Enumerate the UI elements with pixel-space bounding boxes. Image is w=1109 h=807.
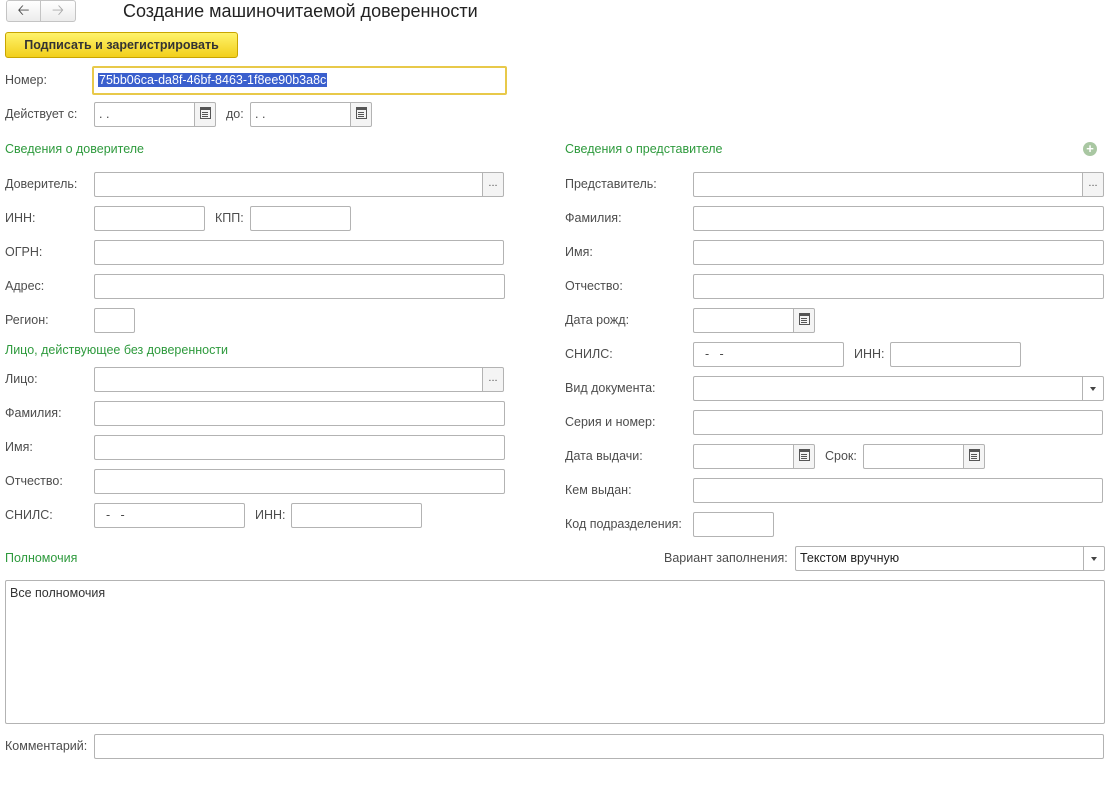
rep-issued-by-input[interactable]	[693, 478, 1103, 503]
plus-circle-icon[interactable]: +	[1083, 142, 1097, 156]
chevron-down-icon	[1091, 557, 1097, 561]
rep-dept-code-label: Код подразделения:	[565, 517, 682, 531]
fill-variant-dropdown-button[interactable]	[1083, 547, 1104, 570]
principal-kpp-input[interactable]	[250, 206, 351, 231]
back-button[interactable]: 🡠	[6, 0, 41, 22]
rep-issue-date-label: Дата выдачи:	[565, 449, 643, 463]
fill-variant-label: Вариант заполнения:	[664, 551, 788, 565]
rep-series-label: Серия и номер:	[565, 415, 656, 429]
calendar-button[interactable]	[350, 103, 371, 126]
rep-surname-input[interactable]	[693, 206, 1104, 231]
acting-snils-label: СНИЛС:	[5, 508, 53, 522]
acting-surname-label: Фамилия:	[5, 406, 62, 420]
principal-address-input[interactable]	[94, 274, 505, 299]
rep-snils-input[interactable]: - -	[693, 342, 844, 367]
arrow-right-icon: 🡢	[51, 2, 65, 19]
rep-birth-input[interactable]: . .	[693, 308, 815, 333]
valid-from-value: . .	[99, 107, 110, 121]
calendar-button[interactable]	[963, 445, 984, 468]
calendar-icon	[799, 449, 810, 461]
fill-variant-select[interactable]: Текстом вручную	[795, 546, 1105, 571]
calendar-button[interactable]	[194, 103, 215, 126]
powers-textarea[interactable]: Все полномочия	[5, 580, 1105, 724]
rep-issue-date-input[interactable]: . .	[693, 444, 815, 469]
rep-doc-type-label: Вид документа:	[565, 381, 656, 395]
fill-variant-value: Текстом вручную	[800, 551, 900, 565]
acting-person-input[interactable]: ...	[94, 367, 504, 392]
rep-name-label: Имя:	[565, 245, 593, 259]
rep-term-input[interactable]: . .	[863, 444, 985, 469]
page-title: Создание машиночитаемой доверенности	[123, 1, 478, 21]
representative-input[interactable]: ...	[693, 172, 1104, 197]
principal-ogrn-label: ОГРН:	[5, 245, 43, 259]
rep-birth-label: Дата рожд:	[565, 313, 630, 327]
valid-to-value: . .	[255, 107, 266, 121]
rep-patronymic-label: Отчество:	[565, 279, 623, 293]
select-representative-button[interactable]: ...	[1082, 173, 1103, 196]
rep-dept-code-input[interactable]	[693, 512, 774, 537]
representative-section-title: Сведения о представителе	[565, 142, 723, 156]
acting-patronymic-label: Отчество:	[5, 474, 63, 488]
principal-section-title: Сведения о доверителе	[5, 142, 145, 156]
representative-label: Представитель:	[565, 177, 657, 191]
acting-inn-input[interactable]	[291, 503, 422, 528]
rep-patronymic-input[interactable]	[693, 274, 1104, 299]
number-label: Номер:	[5, 73, 47, 87]
calendar-button[interactable]	[793, 309, 814, 332]
rep-doc-type-select[interactable]	[693, 376, 1104, 401]
principal-address-label: Адрес:	[5, 279, 45, 293]
principal-label: Доверитель:	[5, 177, 78, 191]
rep-snils-label: СНИЛС:	[565, 347, 613, 361]
comment-label: Комментарий:	[5, 739, 88, 753]
chevron-down-icon	[1090, 387, 1096, 391]
principal-input[interactable]: ...	[94, 172, 504, 197]
acting-surname-input[interactable]	[94, 401, 505, 426]
acting-inn-label: ИНН:	[255, 508, 286, 522]
rep-inn-input[interactable]	[890, 342, 1021, 367]
sign-register-button[interactable]: Подписать и зарегистрировать	[5, 32, 238, 58]
number-value: 75bb06ca-da8f-46bf-8463-1f8ee90b3a8c	[98, 73, 328, 87]
calendar-icon	[200, 107, 211, 119]
principal-inn-input[interactable]	[94, 206, 205, 231]
acting-name-input[interactable]	[94, 435, 505, 460]
select-principal-button[interactable]: ...	[482, 173, 503, 196]
rep-surname-label: Фамилия:	[565, 211, 622, 225]
principal-region-input[interactable]	[94, 308, 135, 333]
arrow-left-icon: 🡠	[17, 2, 30, 19]
acting-person-label: Лицо:	[5, 372, 38, 386]
calendar-icon	[356, 107, 367, 119]
doc-type-dropdown-button[interactable]	[1082, 377, 1103, 400]
principal-ogrn-input[interactable]	[94, 240, 504, 265]
rep-series-input[interactable]	[693, 410, 1103, 435]
calendar-button[interactable]	[793, 445, 814, 468]
acting-snils-input[interactable]: - -	[94, 503, 245, 528]
valid-to-label: до:	[226, 107, 244, 121]
principal-kpp-label: КПП:	[215, 211, 244, 225]
valid-from-input[interactable]: . .	[94, 102, 216, 127]
acting-name-label: Имя:	[5, 440, 33, 454]
principal-inn-label: ИНН:	[5, 211, 36, 225]
powers-section-title: Полномочия	[5, 551, 78, 565]
valid-from-label: Действует с:	[5, 107, 78, 121]
rep-term-label: Срок:	[825, 449, 857, 463]
principal-region-label: Регион:	[5, 313, 49, 327]
select-person-button[interactable]: ...	[482, 368, 503, 391]
valid-to-input[interactable]: . .	[250, 102, 372, 127]
number-input[interactable]: 75bb06ca-da8f-46bf-8463-1f8ee90b3a8c	[92, 66, 507, 95]
comment-input[interactable]	[94, 734, 1104, 759]
forward-button[interactable]: 🡢	[41, 0, 76, 22]
calendar-icon	[969, 449, 980, 461]
acting-patronymic-input[interactable]	[94, 469, 505, 494]
rep-issued-by-label: Кем выдан:	[565, 483, 632, 497]
rep-name-input[interactable]	[693, 240, 1104, 265]
rep-inn-label: ИНН:	[854, 347, 885, 361]
calendar-icon	[799, 313, 810, 325]
acting-person-section-title: Лицо, действующее без доверенности	[5, 343, 229, 357]
